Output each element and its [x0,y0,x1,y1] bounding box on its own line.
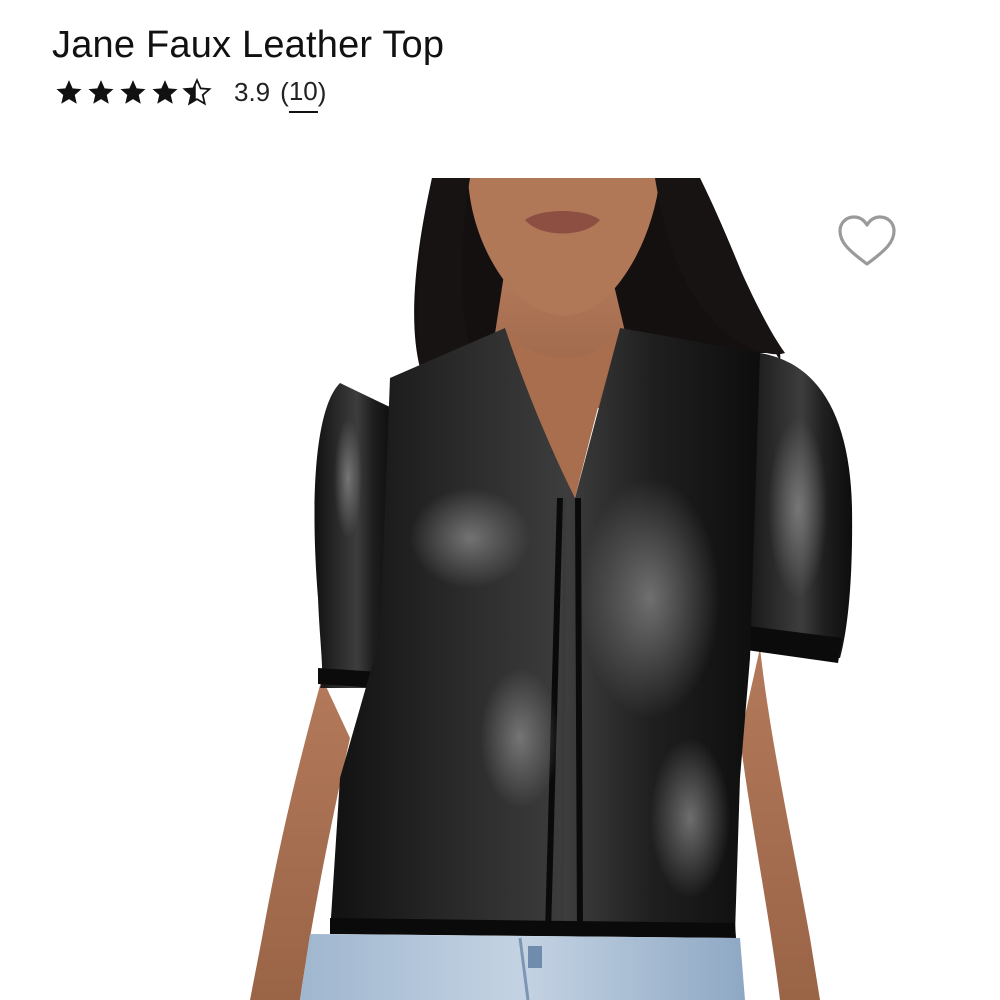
star-icon [54,77,84,107]
star-icon [118,77,148,107]
product-page: Jane Faux Leather Top 3.9 (10) [0,0,1000,1000]
product-photo-illustration [250,178,853,1000]
rating-row: 3.9 ( 10 ) [54,71,327,113]
rating-open-paren: ( [280,77,289,107]
favorite-button[interactable] [836,214,898,270]
star-icon [86,77,116,107]
product-image[interactable] [0,178,1000,1000]
rating-close-paren: ) [317,77,327,107]
product-title: Jane Faux Leather Top [52,24,445,67]
rating-value: 3.9 [234,77,271,107]
review-count-link[interactable]: 10 [288,71,318,113]
star-icon [150,77,180,107]
partial-star-icon [182,77,212,107]
star-rating [54,77,212,107]
heart-outline-icon [836,214,898,270]
